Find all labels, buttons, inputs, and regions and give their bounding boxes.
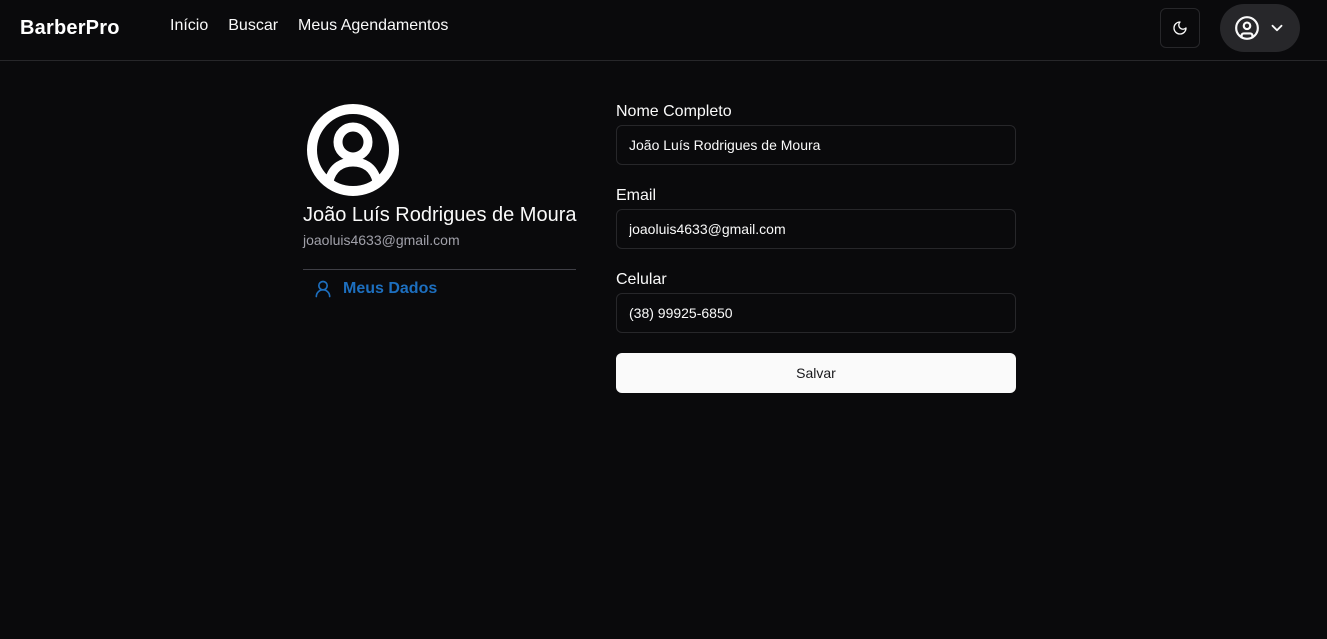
celular-input[interactable] — [616, 293, 1016, 333]
profile-email: joaoluis4633@gmail.com — [303, 232, 460, 248]
nav-link-buscar[interactable]: Buscar — [228, 16, 278, 36]
user-menu-button[interactable] — [1220, 4, 1300, 52]
email-input[interactable] — [616, 209, 1016, 249]
nome-completo-label: Nome Completo — [616, 103, 732, 120]
main-nav: Início Buscar Meus Agendamentos — [170, 16, 448, 36]
app-logo[interactable]: BarberPro — [20, 17, 120, 40]
user-icon — [315, 280, 331, 298]
moon-icon — [1173, 21, 1187, 35]
divider — [303, 269, 576, 270]
save-button[interactable]: Salvar — [616, 353, 1016, 393]
theme-toggle-button[interactable] — [1160, 8, 1200, 48]
top-header: BarberPro Início Buscar Meus Agendamento… — [0, 0, 1327, 61]
email-label: Email — [616, 187, 657, 204]
celular-label: Celular — [616, 271, 667, 288]
chevron-down-icon — [1271, 24, 1283, 32]
nome-completo-input[interactable] — [616, 125, 1016, 165]
user-circle-icon — [1235, 16, 1259, 40]
profile-name: João Luís Rodrigues de Moura — [303, 204, 577, 226]
nav-link-meus-agendamentos[interactable]: Meus Agendamentos — [298, 16, 448, 36]
user-circle-icon — [307, 104, 399, 196]
menu-item-label: Meus Dados — [343, 280, 438, 297]
nav-link-inicio[interactable]: Início — [170, 16, 208, 36]
menu-item-meus-dados[interactable]: Meus Dados — [313, 278, 437, 300]
